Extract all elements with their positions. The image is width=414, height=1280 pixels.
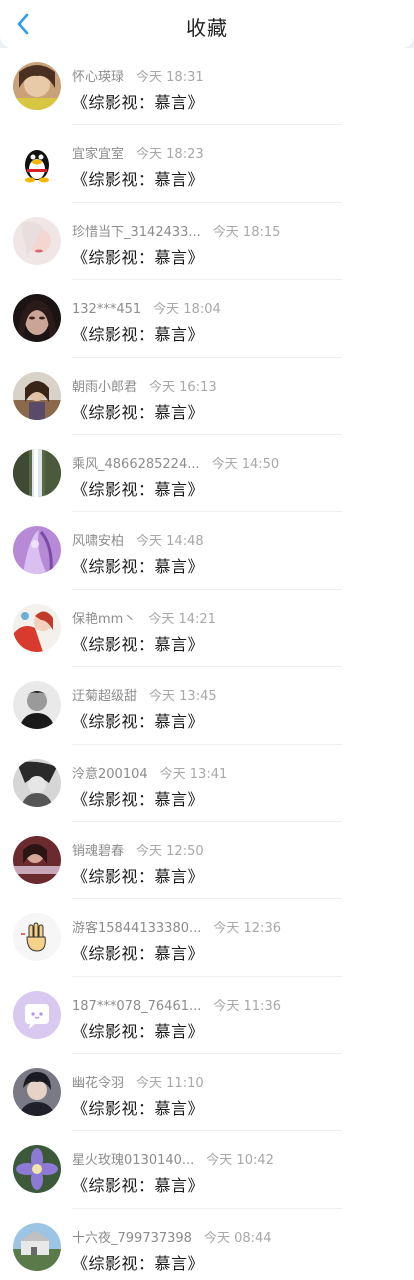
book-title[interactable]: 《综影视：慕言》 xyxy=(72,863,204,887)
avatar[interactable] xyxy=(13,681,61,730)
list-item[interactable]: 132***451 今天 18:04 《综影视：慕言》 xyxy=(0,280,414,358)
user-name: 朝雨小郎君 xyxy=(72,379,138,395)
book-title[interactable]: 《综影视：慕言》 xyxy=(72,1018,204,1042)
avatar[interactable] xyxy=(13,62,61,110)
avatar[interactable] xyxy=(13,1145,61,1194)
user-name: 怀心瑛琭 xyxy=(72,70,125,85)
list-item[interactable]: 星火玫瑰0130140... 今天 10:42 《综影视：慕言》 xyxy=(0,1131,414,1209)
user-name: 乘风_4866285224... xyxy=(72,456,200,472)
user-name: 风啸安柏 xyxy=(72,534,125,550)
user-name: 幽花令羽 xyxy=(72,1076,125,1092)
list-item[interactable]: 风啸安柏 今天 14:48 《综影视：慕言》 xyxy=(0,512,414,590)
timestamp: 今天 12:50 xyxy=(136,843,204,859)
book-title[interactable]: 《综影视：慕言》 xyxy=(72,476,204,500)
user-name: 132***451 xyxy=(72,302,142,318)
timestamp: 今天 10:42 xyxy=(206,1153,274,1169)
timestamp: 今天 18:23 xyxy=(136,147,204,163)
user-name: 星火玫瑰0130140... xyxy=(72,1153,195,1169)
top-bar: 收藏 xyxy=(0,0,414,48)
avatar[interactable] xyxy=(13,526,61,575)
timestamp: 今天 11:10 xyxy=(136,1076,204,1092)
user-name: 187***078_76461... xyxy=(72,998,202,1014)
item-meta: 泠意200104 今天 13:41 xyxy=(72,763,227,782)
item-meta: 珍惜当下_3142433... 今天 18:15 xyxy=(72,221,280,240)
avatar[interactable] xyxy=(13,1222,61,1271)
avatar[interactable] xyxy=(13,990,61,1039)
favorites-list[interactable]: 怀心瑛琭 今天 18:31 《综影视：慕言》 宜家宜室 今天 18:23 《综影视：… xyxy=(0,48,414,1280)
timestamp: 今天 14:50 xyxy=(211,456,280,472)
book-title[interactable]: 《综影视：慕言》 xyxy=(72,321,204,345)
list-item[interactable]: 宜家宜室 今天 18:23 《综影视：慕言》 xyxy=(0,125,414,203)
avatar[interactable] xyxy=(13,294,61,343)
item-meta: 怀心瑛琭 今天 18:31 xyxy=(72,66,204,85)
user-name: 游客15844133380... xyxy=(72,921,202,937)
book-title[interactable]: 《综影视：慕言》 xyxy=(72,166,204,190)
list-item[interactable]: 泠意200104 今天 13:41 《综影视：慕言》 xyxy=(0,745,414,822)
item-meta: 132***451 今天 18:04 xyxy=(72,298,221,317)
user-name: 珍惜当下_3142433... xyxy=(72,224,201,240)
timestamp: 今天 13:45 xyxy=(149,689,217,705)
item-meta: 风啸安柏 今天 14:48 xyxy=(72,530,204,549)
list-item[interactable]: 迂菊超级甜 今天 13:45 《综影视：慕言》 xyxy=(0,667,414,745)
timestamp: 今天 12:36 xyxy=(213,921,281,937)
book-title[interactable]: 《综影视：慕言》 xyxy=(72,244,204,268)
list-item[interactable]: 珍惜当下_3142433... 今天 18:15 《综影视：慕言》 xyxy=(0,203,414,281)
avatar[interactable] xyxy=(13,448,61,497)
item-meta: 幽花令羽 今天 11:10 xyxy=(72,1072,204,1091)
book-title[interactable]: 《综影视：慕言》 xyxy=(72,1095,204,1119)
timestamp: 今天 14:48 xyxy=(136,534,204,550)
user-name: 迂菊超级甜 xyxy=(72,689,138,705)
timestamp: 今天 18:15 xyxy=(212,224,281,240)
avatar[interactable] xyxy=(13,1068,61,1117)
book-title[interactable]: 《综影视：慕言》 xyxy=(72,1250,204,1274)
book-title[interactable]: 《综影视：慕言》 xyxy=(72,708,204,732)
avatar[interactable] xyxy=(13,139,61,188)
user-name: 泠意200104 xyxy=(72,766,148,782)
avatar[interactable] xyxy=(13,913,61,962)
timestamp: 今天 18:31 xyxy=(136,70,204,85)
book-title[interactable]: 《综影视：慕言》 xyxy=(72,786,204,810)
item-meta: 乘风_4866285224... 今天 14:50 xyxy=(72,453,279,472)
timestamp: 今天 14:21 xyxy=(148,611,216,627)
item-meta: 销魂碧春 今天 12:50 xyxy=(72,840,204,859)
timestamp: 今天 16:13 xyxy=(149,379,217,395)
avatar[interactable] xyxy=(13,371,61,420)
avatar[interactable] xyxy=(13,603,61,652)
book-title[interactable]: 《综影视：慕言》 xyxy=(72,399,204,423)
item-meta: 星火玫瑰0130140... 今天 10:42 xyxy=(72,1149,274,1168)
avatar[interactable] xyxy=(13,835,61,884)
list-item[interactable]: 幽花令羽 今天 11:10 《综影视：慕言》 xyxy=(0,1054,414,1132)
user-name: 宜家宜室 xyxy=(72,147,125,163)
timestamp: 今天 13:41 xyxy=(159,766,228,782)
list-item[interactable]: 朝雨小郎君 今天 16:13 《综影视：慕言》 xyxy=(0,358,414,435)
book-title[interactable]: 《综影视：慕言》 xyxy=(72,940,204,964)
list-item[interactable]: 十六夜_799737398 今天 08:44 《综影视：慕言》 xyxy=(0,1209,414,1280)
timestamp: 今天 18:04 xyxy=(153,302,221,318)
item-meta: 187***078_76461... 今天 11:36 xyxy=(72,995,281,1014)
item-meta: 迂菊超级甜 今天 13:45 xyxy=(72,685,217,704)
book-title[interactable]: 《综影视：慕言》 xyxy=(72,89,204,113)
user-name: 销魂碧春 xyxy=(72,843,125,859)
list-item[interactable]: 乘风_4866285224... 今天 14:50 《综影视：慕言》 xyxy=(0,435,414,513)
item-meta: 宜家宜室 今天 18:23 xyxy=(72,143,204,162)
avatar[interactable] xyxy=(13,758,61,807)
list-item[interactable]: 187***078_76461... 今天 11:36 《综影视：慕言》 xyxy=(0,977,414,1055)
item-meta: 保艳mm丶 今天 14:21 xyxy=(72,608,216,627)
item-meta: 游客15844133380... 今天 12:36 xyxy=(72,917,281,936)
list-item[interactable]: 怀心瑛琭 今天 18:31 《综影视：慕言》 xyxy=(0,48,414,126)
book-title[interactable]: 《综影视：慕言》 xyxy=(72,1172,204,1196)
timestamp: 今天 11:36 xyxy=(213,998,281,1014)
page-title: 收藏 xyxy=(186,16,228,40)
item-meta: 朝雨小郎君 今天 16:13 xyxy=(72,376,217,395)
book-title[interactable]: 《综影视：慕言》 xyxy=(72,553,204,577)
avatar[interactable] xyxy=(13,216,61,265)
user-name: 保艳mm丶 xyxy=(72,611,137,627)
list-item[interactable]: 游客15844133380... 今天 12:36 《综影视：慕言》 xyxy=(0,899,414,977)
book-title[interactable]: 《综影视：慕言》 xyxy=(72,631,204,655)
item-meta: 十六夜_799737398 今天 08:44 xyxy=(72,1227,272,1246)
user-name: 十六夜_799737398 xyxy=(72,1230,192,1246)
list-item[interactable]: 销魂碧春 今天 12:50 《综影视：慕言》 xyxy=(0,822,414,900)
list-item[interactable]: 保艳mm丶 今天 14:21 《综影视：慕言》 xyxy=(0,590,414,668)
timestamp: 今天 08:44 xyxy=(203,1230,272,1246)
